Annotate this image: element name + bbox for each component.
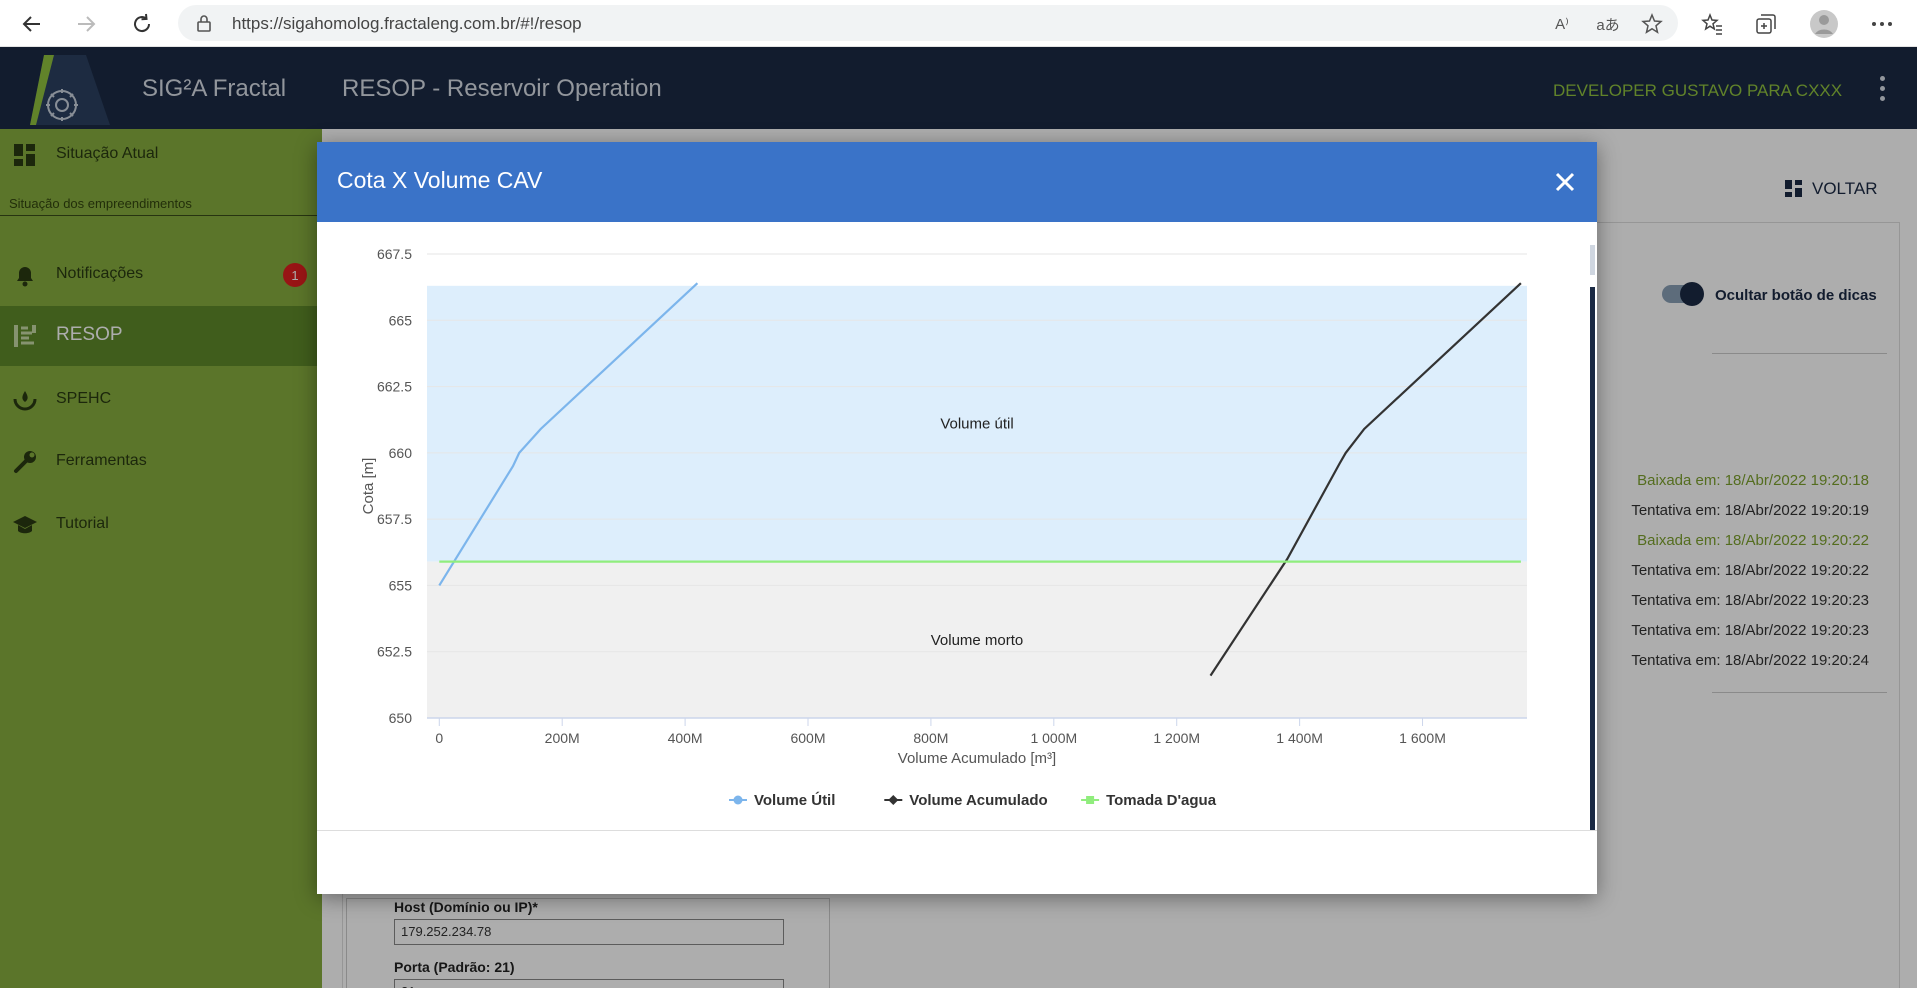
x-tick-label: 400M	[668, 730, 703, 746]
y-axis-title: Cota [m]	[360, 458, 377, 515]
browser-toolbar: https://sigahomolog.fractaleng.com.br/#!…	[0, 0, 1917, 47]
x-tick-label: 600M	[790, 730, 825, 746]
scrollbar-thumb[interactable]	[1590, 287, 1595, 830]
x-tick-label: 1 200M	[1153, 730, 1200, 746]
y-tick-label: 655	[389, 577, 413, 593]
read-aloud-icon[interactable]: A⁾	[1550, 12, 1574, 36]
cav-chart: Volume útil Volume morto 650 652.5 655 657.5…	[360, 246, 1527, 809]
add-favorite-icon[interactable]	[1640, 12, 1664, 36]
legend-marker[interactable]	[1086, 796, 1095, 804]
y-tick-label: 660	[389, 445, 413, 461]
profile-avatar-icon[interactable]	[1806, 6, 1842, 42]
y-tick-label: 652.5	[377, 644, 412, 660]
x-tick-label: 1 000M	[1030, 730, 1077, 746]
x-tick-label: 800M	[913, 730, 948, 746]
favorites-icon[interactable]	[1694, 6, 1730, 42]
cav-modal: Cota X Volume CAV Volume útil Volume mort…	[317, 142, 1597, 894]
y-tick-label: 662.5	[377, 379, 412, 395]
browser-menu-icon[interactable]	[1864, 6, 1900, 42]
y-tick-label: 665	[389, 312, 413, 328]
collections-icon[interactable]	[1748, 6, 1784, 42]
modal-title: Cota X Volume CAV	[337, 167, 543, 193]
address-bar[interactable]: https://sigahomolog.fractaleng.com.br/#!…	[178, 5, 1678, 41]
y-tick-label: 650	[389, 710, 413, 726]
back-icon[interactable]	[14, 6, 50, 42]
x-tick-label: 1 400M	[1276, 730, 1323, 746]
y-tick-label: 667.5	[377, 246, 412, 262]
x-tick-label: 1 600M	[1399, 730, 1446, 746]
x-axis-title: Volume Acumulado [m³]	[898, 750, 1056, 767]
legend-label[interactable]: Volume Útil	[754, 791, 835, 809]
x-tick-label: 0	[435, 730, 443, 746]
legend-label[interactable]: Volume Acumulado	[909, 792, 1047, 809]
scrollbar-track[interactable]	[1590, 245, 1595, 275]
plot-band-label: Volume morto	[931, 632, 1024, 649]
forward-icon[interactable]	[68, 6, 104, 42]
lock-icon	[196, 14, 212, 37]
y-tick-label: 657.5	[377, 511, 412, 527]
close-icon[interactable]	[1549, 166, 1581, 198]
legend-marker[interactable]	[733, 795, 743, 805]
reload-icon[interactable]	[124, 6, 160, 42]
x-tick-label: 200M	[545, 730, 580, 746]
modal-header: Cota X Volume CAV	[317, 142, 1597, 222]
translate-icon[interactable]: aあ	[1596, 12, 1620, 36]
legend-label[interactable]: Tomada D'agua	[1106, 792, 1217, 809]
modal-footer-divider	[317, 830, 1597, 831]
legend-marker[interactable]	[888, 795, 899, 805]
plot-band-label: Volume útil	[940, 416, 1013, 433]
url-text: https://sigahomolog.fractaleng.com.br/#!…	[232, 14, 582, 33]
